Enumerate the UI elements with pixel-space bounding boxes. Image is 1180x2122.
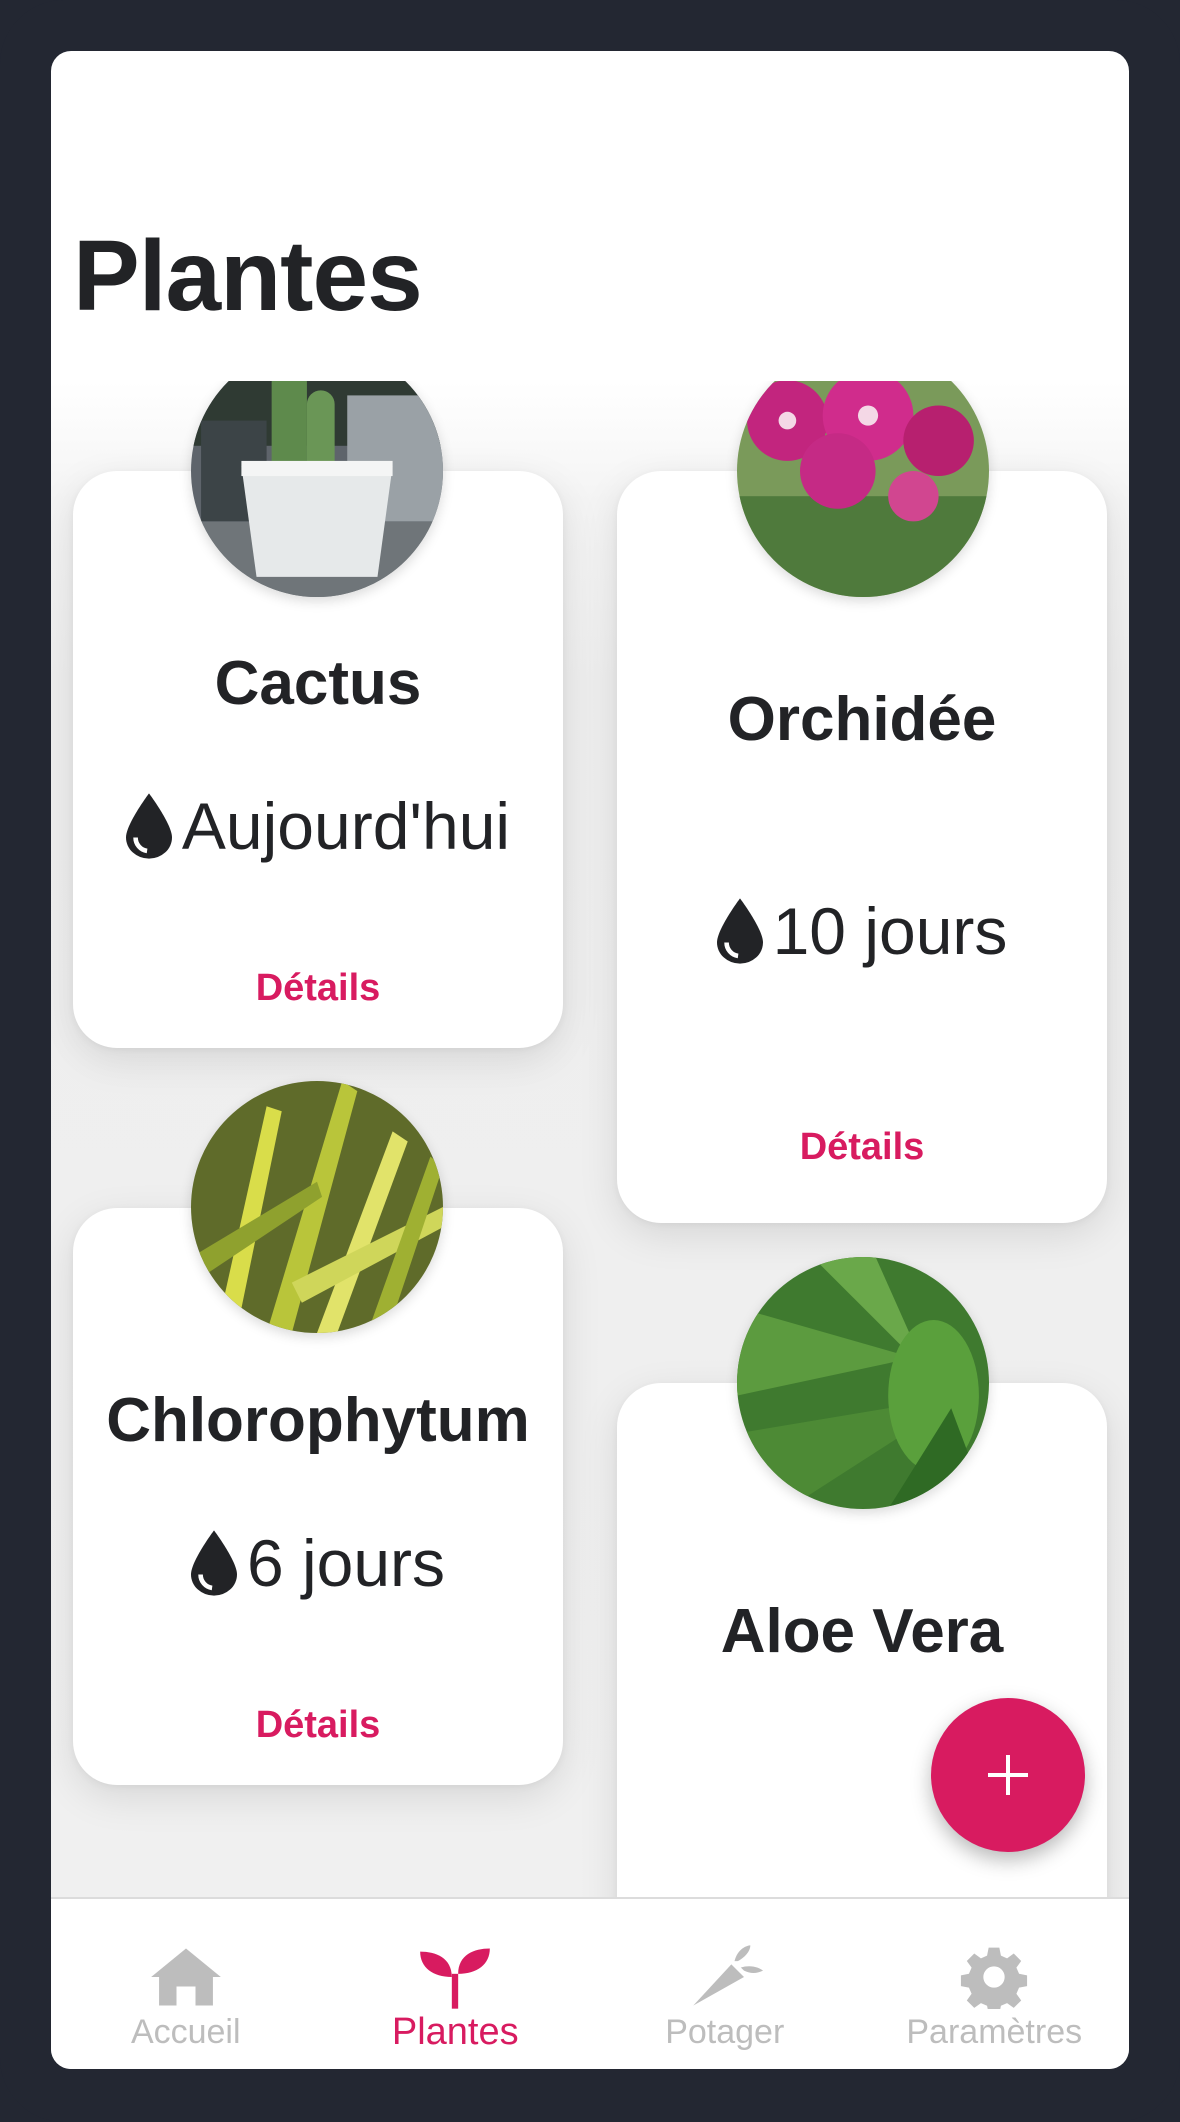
details-link-cactus[interactable]: Détails	[73, 969, 563, 1007]
plant-name: Orchidée	[727, 685, 997, 754]
device-frame: Plantes Cactus Aujourd'hui Détails Orchi…	[0, 0, 1180, 2122]
water-drop-icon	[125, 793, 172, 859]
gear-icon	[956, 1945, 1032, 2009]
plant-name: Chlorophytum	[106, 1386, 530, 1455]
watering-text: Aujourd'hui	[181, 789, 511, 863]
water-drop-icon	[190, 1530, 237, 1596]
nav-label: Plantes	[391, 2011, 519, 2053]
plant-name: Cactus	[214, 649, 422, 718]
plant-photo-chlorophytum	[191, 1081, 443, 1333]
nav-label: Potager	[665, 2013, 785, 2051]
plant-photo-aloe-vera	[737, 1257, 989, 1509]
page-title: Plantes	[73, 220, 423, 332]
watering-text: 10 jours	[772, 894, 1008, 968]
add-plant-button[interactable]	[931, 1698, 1085, 1852]
home-icon	[148, 1945, 224, 2009]
watering-info: 6 jours	[73, 1530, 563, 1596]
nav-item-parametres[interactable]: Paramètres	[860, 1899, 1130, 2069]
water-drop-icon	[716, 898, 763, 964]
nav-item-potager[interactable]: Potager	[590, 1899, 860, 2069]
carrot-icon	[687, 1945, 763, 2009]
details-link-chlorophytum[interactable]: Détails	[73, 1706, 563, 1744]
bottom-navigation: Accueil Plantes Potager Paramètres	[51, 1897, 1129, 2069]
watering-info: Aujourd'hui	[73, 793, 563, 859]
watering-text: 6 jours	[246, 1526, 446, 1600]
app-screen: Plantes Cactus Aujourd'hui Détails Orchi…	[51, 51, 1129, 2069]
watering-info: 10 jours	[617, 898, 1107, 964]
plus-icon	[988, 1755, 1028, 1795]
details-link-orchidee[interactable]: Détails	[617, 1128, 1107, 1166]
plant-name: Aloe Vera	[720, 1597, 1004, 1666]
nav-item-plantes[interactable]: Plantes	[321, 1899, 591, 2069]
sprout-icon	[417, 1945, 493, 2009]
nav-label: Accueil	[130, 2013, 241, 2051]
nav-item-accueil[interactable]: Accueil	[51, 1899, 321, 2069]
nav-label: Paramètres	[906, 2013, 1083, 2051]
